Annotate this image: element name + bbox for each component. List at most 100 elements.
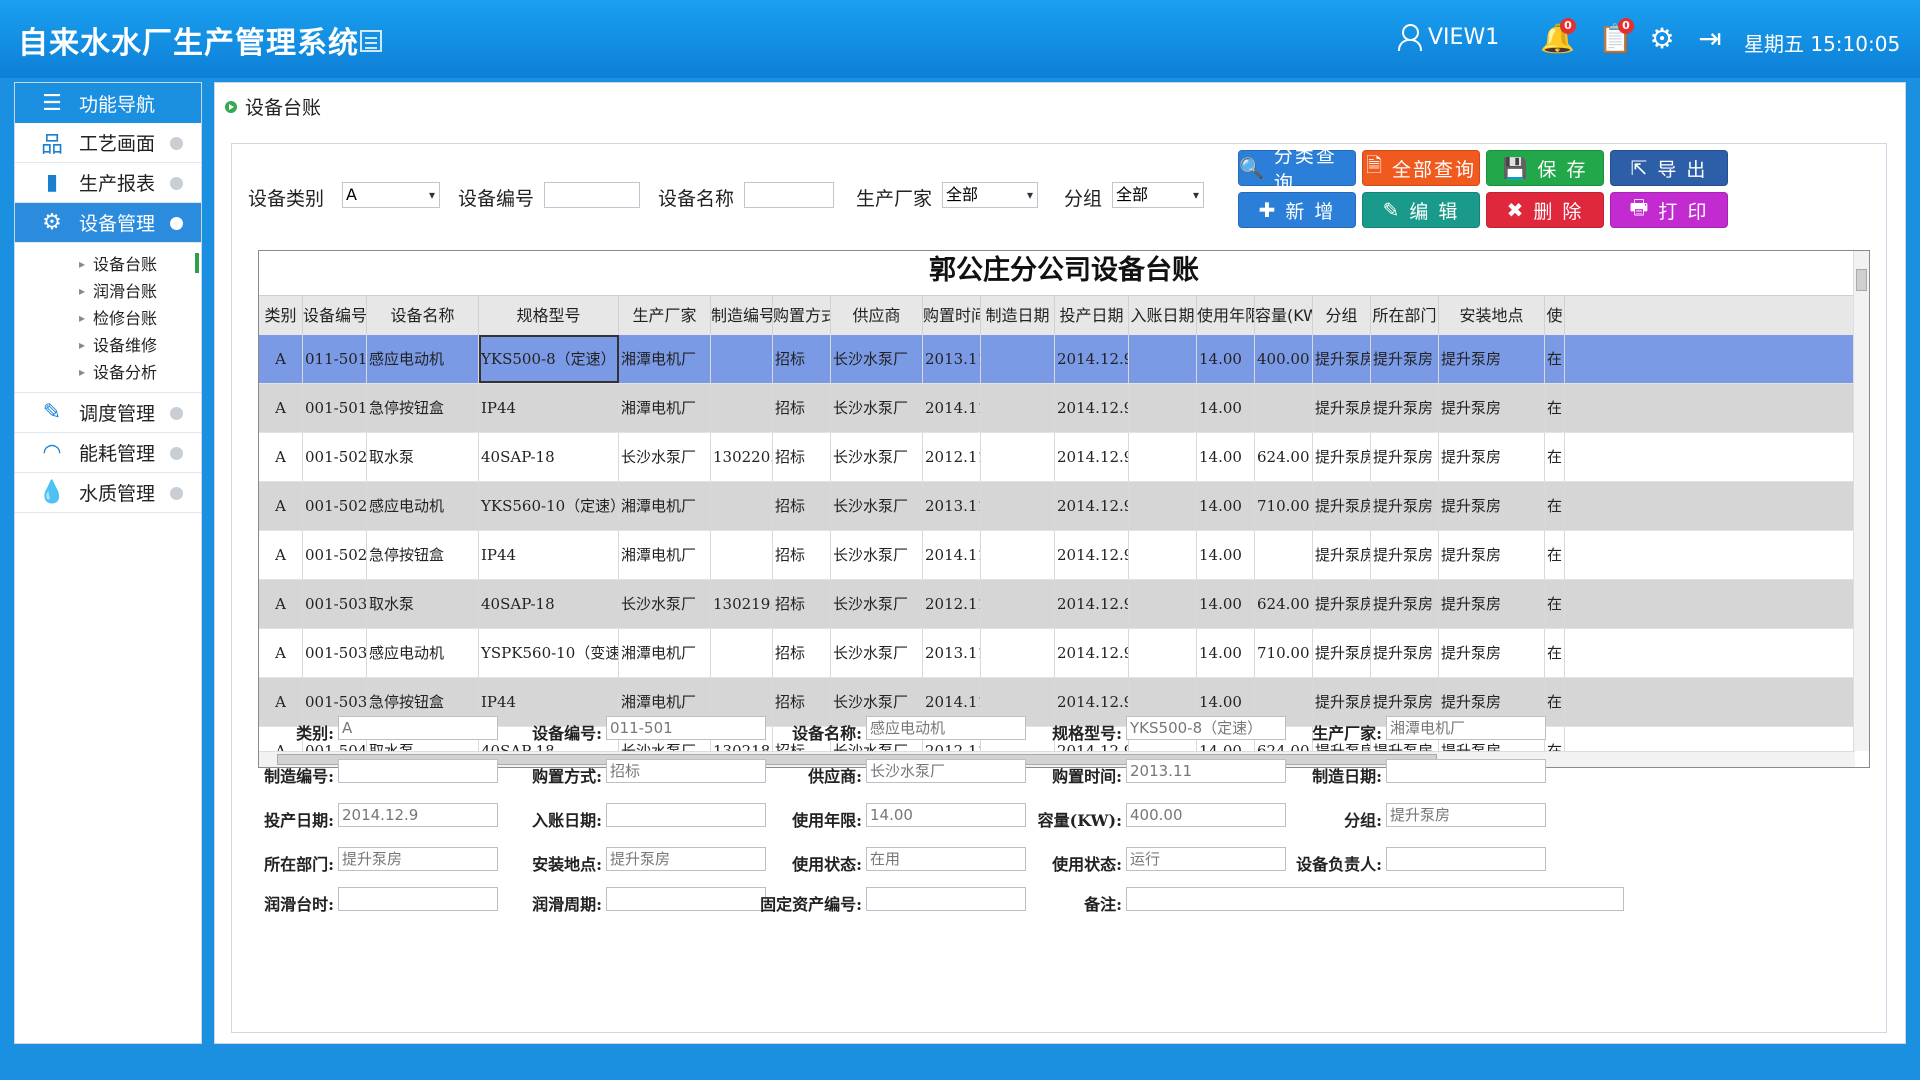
- column-header[interactable]: 规格型号: [479, 296, 619, 335]
- table-cell[interactable]: 提升泵房: [1313, 531, 1371, 579]
- print-button[interactable]: 🖶 打 印: [1610, 192, 1728, 228]
- table-cell[interactable]: [981, 433, 1055, 481]
- table-cell[interactable]: [1129, 433, 1197, 481]
- table-cell[interactable]: 感应电动机: [367, 335, 479, 383]
- table-cell[interactable]: 提升泵房: [1439, 335, 1545, 383]
- table-cell[interactable]: 2014.12.9: [1055, 629, 1129, 677]
- group-select[interactable]: 全部: [1112, 182, 1204, 208]
- table-cell[interactable]: 招标: [773, 433, 831, 481]
- table-cell[interactable]: 2014.12.9: [1055, 580, 1129, 628]
- table-row[interactable]: A 001-502 急停按钮盒 IP44 湘潭电机厂 招标 长沙水泵厂 2014.11 2014…: [259, 531, 1869, 580]
- table-cell[interactable]: [1255, 384, 1313, 432]
- table-cell[interactable]: [711, 531, 773, 579]
- sidebar-item-process[interactable]: 品 工艺画面: [15, 123, 201, 163]
- table-cell[interactable]: 招标: [773, 482, 831, 530]
- table-cell[interactable]: 14.00: [1197, 482, 1255, 530]
- table-cell[interactable]: 招标: [773, 678, 831, 726]
- table-cell[interactable]: [711, 335, 773, 383]
- form-field[interactable]: YKS500-8（定速）: [1126, 716, 1286, 740]
- table-cell[interactable]: 2014.12.9: [1055, 678, 1129, 726]
- table-cell[interactable]: 在: [1545, 531, 1565, 579]
- table-cell[interactable]: 40SAP-18: [479, 580, 619, 628]
- column-header[interactable]: 制造编号: [711, 296, 773, 335]
- table-cell[interactable]: IP44: [479, 678, 619, 726]
- table-cell[interactable]: 提升泵房: [1313, 629, 1371, 677]
- form-field[interactable]: 400.00: [1126, 803, 1286, 827]
- bell-icon[interactable]: 🔔 0: [1540, 18, 1576, 56]
- clipboard-icon[interactable]: 📋 0: [1598, 18, 1634, 56]
- table-cell[interactable]: [1129, 531, 1197, 579]
- form-field[interactable]: 14.00: [866, 803, 1026, 827]
- column-header[interactable]: 分组: [1313, 296, 1371, 335]
- table-cell[interactable]: 624.00: [1255, 433, 1313, 481]
- column-header[interactable]: 投产日期: [1055, 296, 1129, 335]
- table-cell[interactable]: 2013.11: [923, 335, 981, 383]
- table-cell[interactable]: 001-502: [303, 531, 367, 579]
- table-cell[interactable]: 急停按钮盒: [367, 531, 479, 579]
- table-cell[interactable]: 提升泵房: [1313, 580, 1371, 628]
- table-cell[interactable]: A: [259, 384, 303, 432]
- table-cell[interactable]: YSPK560-10（变速）: [479, 629, 619, 677]
- form-field[interactable]: 长沙水泵厂: [866, 759, 1026, 783]
- form-field[interactable]: [1386, 759, 1546, 783]
- subnav-item-analysis[interactable]: 设备分析: [15, 359, 201, 386]
- table-cell[interactable]: 取水泵: [367, 433, 479, 481]
- table-cell[interactable]: 在: [1545, 482, 1565, 530]
- table-cell[interactable]: 长沙水泵厂: [831, 335, 923, 383]
- table-cell[interactable]: 提升泵房: [1313, 384, 1371, 432]
- edit-button[interactable]: ✎ 编 辑: [1362, 192, 1480, 228]
- table-cell[interactable]: 提升泵房: [1439, 629, 1545, 677]
- table-cell[interactable]: 14.00: [1197, 580, 1255, 628]
- table-cell[interactable]: 提升泵房: [1439, 531, 1545, 579]
- all-query-button[interactable]: 🗎 全部查询: [1362, 150, 1480, 186]
- logout-icon[interactable]: ⇥: [1694, 22, 1726, 56]
- table-cell[interactable]: 624.00: [1255, 580, 1313, 628]
- column-header[interactable]: 购置时间: [923, 296, 981, 335]
- table-cell[interactable]: [981, 482, 1055, 530]
- table-cell[interactable]: 在: [1545, 335, 1565, 383]
- table-cell[interactable]: 长沙水泵厂: [619, 580, 711, 628]
- table-cell[interactable]: 长沙水泵厂: [619, 433, 711, 481]
- table-cell[interactable]: 2014.12.9: [1055, 335, 1129, 383]
- table-cell[interactable]: 提升泵房: [1371, 531, 1439, 579]
- table-cell[interactable]: 14.00: [1197, 629, 1255, 677]
- table-cell[interactable]: [1129, 335, 1197, 383]
- table-cell[interactable]: 2014.12.9: [1055, 531, 1129, 579]
- table-cell[interactable]: 湘潭电机厂: [619, 629, 711, 677]
- code-input[interactable]: [544, 182, 640, 208]
- table-cell[interactable]: 14.00: [1197, 433, 1255, 481]
- table-cell[interactable]: 在: [1545, 384, 1565, 432]
- table-cell[interactable]: 湘潭电机厂: [619, 531, 711, 579]
- table-cell[interactable]: 招标: [773, 629, 831, 677]
- table-cell[interactable]: 14.00: [1197, 531, 1255, 579]
- form-field[interactable]: 提升泵房: [606, 847, 766, 871]
- column-header[interactable]: 使用年限: [1197, 296, 1255, 335]
- column-header[interactable]: 容量(KW): [1255, 296, 1313, 335]
- form-field[interactable]: [338, 759, 498, 783]
- column-header[interactable]: 类别: [259, 296, 303, 335]
- form-field[interactable]: 提升泵房: [1386, 803, 1546, 827]
- table-cell[interactable]: [711, 482, 773, 530]
- table-cell[interactable]: 710.00: [1255, 482, 1313, 530]
- sidebar-item-equipment[interactable]: ⚙ 设备管理: [15, 203, 201, 243]
- table-cell[interactable]: [1129, 482, 1197, 530]
- table-cell[interactable]: 提升泵房: [1371, 335, 1439, 383]
- form-field[interactable]: 在用: [866, 847, 1026, 871]
- table-cell[interactable]: 2013.11: [923, 629, 981, 677]
- table-cell[interactable]: 湘潭电机厂: [619, 482, 711, 530]
- table-cell[interactable]: 湘潭电机厂: [619, 384, 711, 432]
- table-cell[interactable]: A: [259, 678, 303, 726]
- table-cell[interactable]: 2014.12.9: [1055, 433, 1129, 481]
- table-cell[interactable]: 招标: [773, 384, 831, 432]
- table-cell[interactable]: 长沙水泵厂: [831, 580, 923, 628]
- table-cell[interactable]: 招标: [773, 580, 831, 628]
- column-header[interactable]: 制造日期: [981, 296, 1055, 335]
- table-cell[interactable]: 2012.11: [923, 433, 981, 481]
- table-cell[interactable]: 感应电动机: [367, 629, 479, 677]
- table-cell[interactable]: A: [259, 580, 303, 628]
- table-cell[interactable]: [1129, 384, 1197, 432]
- table-cell[interactable]: 提升泵房: [1439, 384, 1545, 432]
- table-cell[interactable]: [981, 580, 1055, 628]
- table-cell[interactable]: 提升泵房: [1371, 384, 1439, 432]
- table-cell[interactable]: [711, 384, 773, 432]
